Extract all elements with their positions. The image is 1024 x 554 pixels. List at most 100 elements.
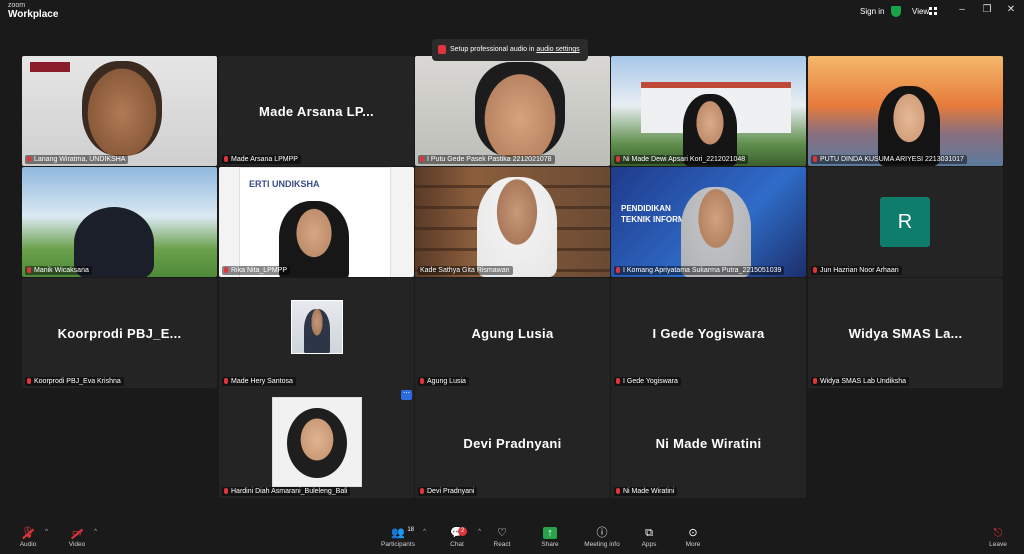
participant-tile[interactable]: I Gede Yogiswara I Gede Yogiswara [611,278,806,388]
participant-tile[interactable]: Agung Lusia Agung Lusia [415,278,610,388]
video-label: Video [68,541,86,548]
mic-muted-icon: 🎙 [21,527,35,539]
profile-photo [291,300,343,354]
audio-settings-link[interactable]: audio settings [536,46,579,53]
participant-tile[interactable]: PUTU DINDA KUSUMA ARIYESI 2213031017 [808,56,1003,166]
audio-button[interactable]: 🎙 Audio ^ [2,527,54,548]
view-grid-icon[interactable] [929,7,937,15]
participant-tile[interactable]: Koorprodi PBJ_E... Koorprodi PBJ_Eva Kri… [22,278,217,388]
participant-display-name: Made Arsana LP... [259,103,374,119]
chat-label: Chat [450,541,464,548]
participant-display-name: Agung Lusia [471,325,554,341]
react-button[interactable]: ♡ React [476,527,528,548]
title-bar: zoom Workplace Sign in View – ❐ ✕ [0,0,1024,24]
leave-button[interactable]: ⎋ Leave [972,527,1024,548]
mic-muted-icon [616,156,620,162]
brand-big: Workplace [8,9,59,20]
participant-tile[interactable]: Widya SMAS La... Widya SMAS Lab Undiksha [808,278,1003,388]
participant-name: Jun Hazrian Noor Arhaan [811,266,902,275]
video-off-icon: ▭ [71,527,83,539]
participant-name: Rika Nita_LPMPP [222,266,291,275]
brand-small: zoom [8,2,26,9]
participant-name: Hardini Diah Asmarani_Buleleng_Bali [222,487,351,496]
mic-muted-icon [27,378,31,384]
participant-name: Widya SMAS Lab Undiksha [811,377,909,386]
avatar: R [880,197,930,247]
video-gallery: Lanang Wiratma, UNDIKSHA Made Arsana LP.… [0,24,1024,524]
participant-tile[interactable]: Made Hery Santosa [219,278,414,388]
participant-tile[interactable]: Hardini Diah Asmarani_Buleleng_Bali [219,388,414,498]
mic-muted-icon [616,378,620,384]
video-feed [415,167,610,277]
participant-name: Ni Made Dewi Apsari Kori_2212021048 [614,155,749,164]
shield-icon[interactable] [891,6,901,17]
participant-tile[interactable]: R Jun Hazrian Noor Arhaan [808,167,1003,277]
participant-tile[interactable]: Made Arsana LP... Made Arsana LPMPP [219,56,414,166]
more-button[interactable]: ⊙ More [667,527,719,548]
audio-label: Audio [19,541,37,548]
leave-icon: ⎋ [993,527,1003,539]
participant-display-name: Ni Made Wiratini [655,435,762,451]
participant-tile[interactable]: ERTI UNDIKSHA Rika Nita_LPMPP [219,167,414,277]
mic-muted-icon [616,267,620,273]
video-feed [22,167,217,277]
mic-muted-icon [616,488,620,494]
participant-tile[interactable]: I Putu Gede Pasek Pastika 2212021078 [415,56,610,166]
zoom-logo: zoom Workplace [8,2,58,20]
participant-tile[interactable]: Ni Made Dewi Apsari Kori_2212021048 [611,56,806,166]
participant-tile[interactable]: Devi Pradnyani Devi Pradnyani [415,388,610,498]
participant-name: I Putu Gede Pasek Pastika 2212021078 [418,155,555,164]
close-icon[interactable]: ✕ [1004,4,1018,15]
restore-icon[interactable]: ❐ [980,4,994,15]
share-button[interactable]: ↑ Share [524,527,576,548]
video-feed [611,56,806,166]
meeting-info-button[interactable]: ⓘ Meeting info [576,527,628,548]
mic-muted-icon [224,378,228,384]
participants-count: 18 [407,527,414,533]
participant-tile[interactable]: Ni Made Wiratini Ni Made Wiratini [611,388,806,498]
meeting-info-label: Meeting info [584,541,620,548]
participant-name: PUTU DINDA KUSUMA ARIYESI 2213031017 [811,155,967,164]
active-speaker-tile[interactable]: Kade Sathya Gita Rismawan [415,167,610,277]
chevron-up-icon[interactable]: ^ [45,529,48,535]
participant-name: Agung Lusia [418,377,469,386]
participant-name: Koorprodi PBJ_Eva Krishna [25,377,124,386]
audio-icon [438,45,446,54]
participant-tile[interactable]: Lanang Wiratma, UNDIKSHA [22,56,217,166]
participant-display-name: Widya SMAS La... [848,325,963,341]
mic-muted-icon [224,267,228,273]
video-feed: PENDIDIKAN TEKNIK INFORMATI [611,167,806,277]
apps-label: Apps [641,541,657,548]
more-label: More [685,541,701,548]
participants-button[interactable]: 👥 18 Participants ^ [372,527,426,548]
view-button[interactable]: View [912,7,929,16]
video-feed [22,56,217,166]
mic-muted-icon [420,156,424,162]
participant-tile[interactable]: PENDIDIKAN TEKNIK INFORMATI I Komang Apri… [611,167,806,277]
react-label: React [493,541,511,548]
participant-name: Lanang Wiratma, UNDIKSHA [25,155,129,164]
participant-name: I Komang Apriyatama Sukarma Putra_221505… [614,266,785,275]
share-up-arrow-icon: ↑ [543,527,557,539]
minimize-icon[interactable]: – [955,4,969,15]
video-feed: ERTI UNDIKSHA [219,167,414,277]
chevron-up-icon[interactable]: ^ [94,529,97,535]
participants-icon: 👥 [391,527,405,539]
tile-options-button[interactable]: ⋯ [401,390,412,400]
profile-photo [272,397,362,487]
video-feed [808,56,1003,166]
more-dots-icon: ⊙ [688,527,698,539]
mic-muted-icon [27,267,31,273]
meeting-toolbar: 🎙 Audio ^ ▭ Video ^ 👥 18 Participants ^ … [0,524,1024,554]
mic-muted-icon [813,156,817,162]
mic-muted-icon [420,378,424,384]
video-button[interactable]: ▭ Video ^ [51,527,103,548]
audio-settings-notification[interactable]: Setup professional audio in audio settin… [432,39,588,61]
mic-muted-icon [420,488,424,494]
participant-name: I Gede Yogiswara [614,377,681,386]
sign-in-link[interactable]: Sign in [860,7,884,16]
chevron-up-icon[interactable]: ^ [423,529,426,535]
participant-name: Manik Wicaksana [25,266,92,275]
participant-tile[interactable]: Manik Wicaksana [22,167,217,277]
video-feed [415,56,610,166]
